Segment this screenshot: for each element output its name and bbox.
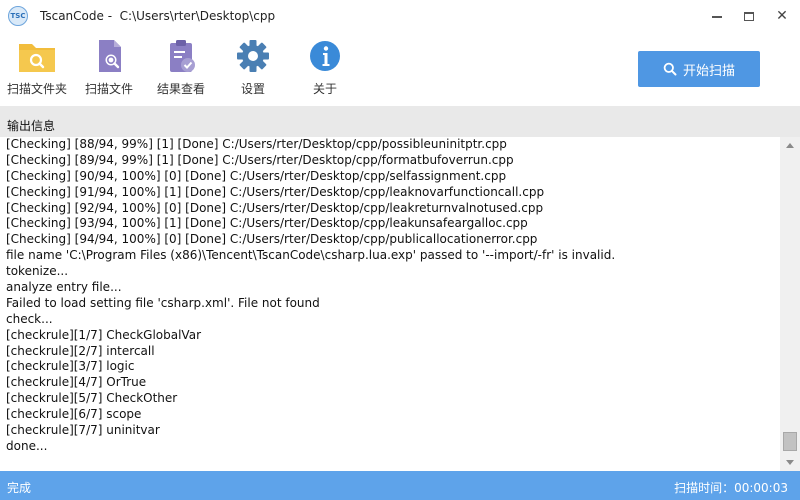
log-line: check... — [6, 311, 53, 326]
maximize-icon — [744, 11, 754, 21]
log-line: [checkrule][7/7] uninitvar — [6, 423, 160, 438]
log-line: [Checking] [93/94, 100%] [1] [Done] C:/U… — [6, 216, 528, 231]
file-search-icon — [99, 40, 121, 72]
window-title: TscanCode - C:\Users\rter\Desktop\cpp — [40, 9, 276, 23]
scan-file-label: 扫描文件 — [84, 82, 133, 96]
scan-folder-button[interactable]: 扫描文件夹 — [2, 38, 72, 104]
about-label: 关于 — [312, 82, 337, 96]
log-line: [checkrule][1/7] CheckGlobalVar — [6, 327, 201, 342]
log-line: [checkrule][6/7] scope — [6, 407, 142, 422]
log-line: [Checking] [91/94, 100%] [1] [Done] C:/U… — [6, 184, 545, 199]
vertical-scrollbar[interactable] — [780, 137, 800, 471]
maximize-button[interactable] — [732, 0, 766, 32]
search-icon — [663, 62, 677, 76]
app-logo-icon: TSC — [8, 6, 28, 26]
clipboard-check-icon — [170, 40, 195, 72]
log-line: tokenize... — [6, 264, 69, 279]
view-results-button[interactable]: 结果查看 — [146, 38, 216, 104]
folder-search-icon — [19, 44, 55, 72]
settings-label: 设置 — [240, 82, 265, 96]
scan-file-button[interactable]: 扫描文件 — [74, 38, 144, 104]
minimize-button[interactable] — [700, 0, 734, 32]
log-line: analyze entry file... — [6, 280, 122, 295]
minimize-icon — [712, 16, 722, 18]
title-bar: TSC TscanCode - C:\Users\rter\Desktop\cp… — [0, 0, 800, 32]
scan-folder-label: 扫描文件夹 — [6, 82, 67, 96]
status-text: 完成 — [7, 481, 32, 495]
log-line: [Checking] [92/94, 100%] [0] [Done] C:/U… — [6, 200, 544, 215]
arrow-up-icon — [786, 143, 794, 148]
info-icon — [310, 41, 340, 71]
log-line: [Checking] [90/94, 100%] [0] [Done] C:/U… — [6, 168, 507, 183]
output-header: 输出信息 — [0, 106, 800, 137]
about-button[interactable]: 关于 — [290, 38, 360, 104]
scroll-down-button[interactable] — [780, 454, 800, 471]
log-line: [checkrule][5/7] CheckOther — [6, 391, 178, 406]
settings-button[interactable]: 设置 — [218, 38, 288, 104]
toolbar: 扫描文件夹 扫描文件 结果查看 设置 关于 开始扫描 — [0, 32, 800, 106]
log-line: [Checking] [94/94, 100%] [0] [Done] C:/U… — [6, 232, 538, 247]
log-line: [Checking] [89/94, 99%] [1] [Done] C:/Us… — [6, 152, 514, 167]
output-log[interactable]: [Checking] [88/94, 99%] [1] [Done] C:/Us… — [0, 137, 780, 471]
view-results-label: 结果查看 — [156, 82, 205, 96]
log-line: file name 'C:\Program Files (x86)\Tencen… — [6, 248, 616, 263]
window-path: C:\Users\rter\Desktop\cpp — [119, 9, 276, 23]
scroll-up-button[interactable] — [780, 137, 800, 154]
log-line: Failed to load setting file 'csharp.xml'… — [6, 295, 320, 310]
log-line: [checkrule][4/7] OrTrue — [6, 375, 147, 390]
log-line: done... — [6, 438, 48, 453]
status-bar: 完成 扫描时间：00:00:03 — [0, 471, 800, 500]
app-name: TscanCode — [40, 9, 104, 23]
gear-icon — [237, 40, 269, 72]
log-line: [Checking] [88/94, 99%] [1] [Done] C:/Us… — [6, 137, 507, 151]
log-line: [checkrule][3/7] logic — [6, 359, 135, 374]
start-scan-label: 开始扫描 — [682, 63, 735, 79]
close-button[interactable]: ✕ — [765, 0, 799, 32]
output-title: 输出信息 — [7, 119, 56, 133]
close-icon: ✕ — [776, 8, 788, 24]
scroll-thumb[interactable] — [783, 432, 797, 451]
start-scan-button[interactable]: 开始扫描 — [638, 51, 760, 87]
log-line: [checkrule][2/7] intercall — [6, 343, 155, 358]
arrow-down-icon — [786, 460, 794, 465]
scan-time: 扫描时间：00:00:03 — [674, 481, 788, 495]
